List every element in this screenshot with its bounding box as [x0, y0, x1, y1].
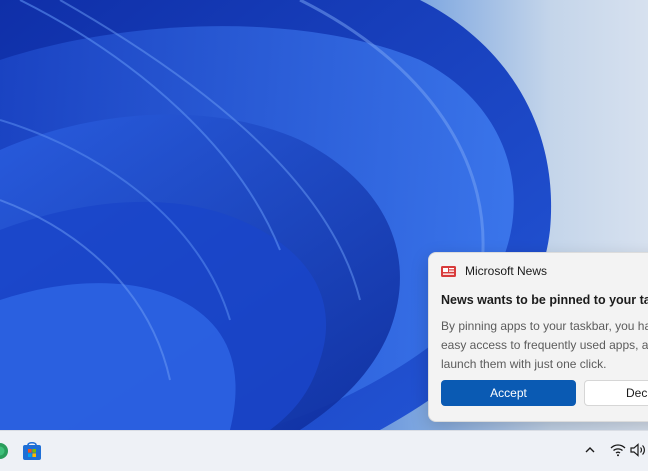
toast-body-line: launch them with just one click.	[441, 357, 607, 371]
edge-icon[interactable]	[0, 442, 8, 460]
volume-icon[interactable]	[630, 443, 646, 457]
desktop: Microsoft News News wants to be pinned t…	[0, 0, 648, 430]
wifi-icon[interactable]	[610, 443, 626, 457]
notification-toast[interactable]: Microsoft News News wants to be pinned t…	[428, 252, 648, 422]
toast-title: News wants to be pinned to your taskb	[441, 293, 648, 307]
taskbar	[0, 430, 648, 471]
toast-body: By pinning apps to your taskbar, you hav…	[441, 317, 648, 374]
toast-body-line: By pinning apps to your taskbar, you hav	[441, 319, 648, 333]
chevron-up-icon[interactable]	[584, 445, 596, 455]
toast-body-line: easy access to frequently used apps, all…	[441, 338, 648, 352]
store-icon[interactable]	[22, 441, 42, 461]
accept-button[interactable]: Accept	[441, 380, 576, 406]
news-icon	[441, 265, 456, 277]
decline-button[interactable]: Dec	[584, 380, 648, 406]
decline-button-label: Dec	[626, 386, 648, 400]
toast-app-name: Microsoft News	[465, 264, 548, 278]
toast-header: Microsoft News	[441, 264, 547, 278]
